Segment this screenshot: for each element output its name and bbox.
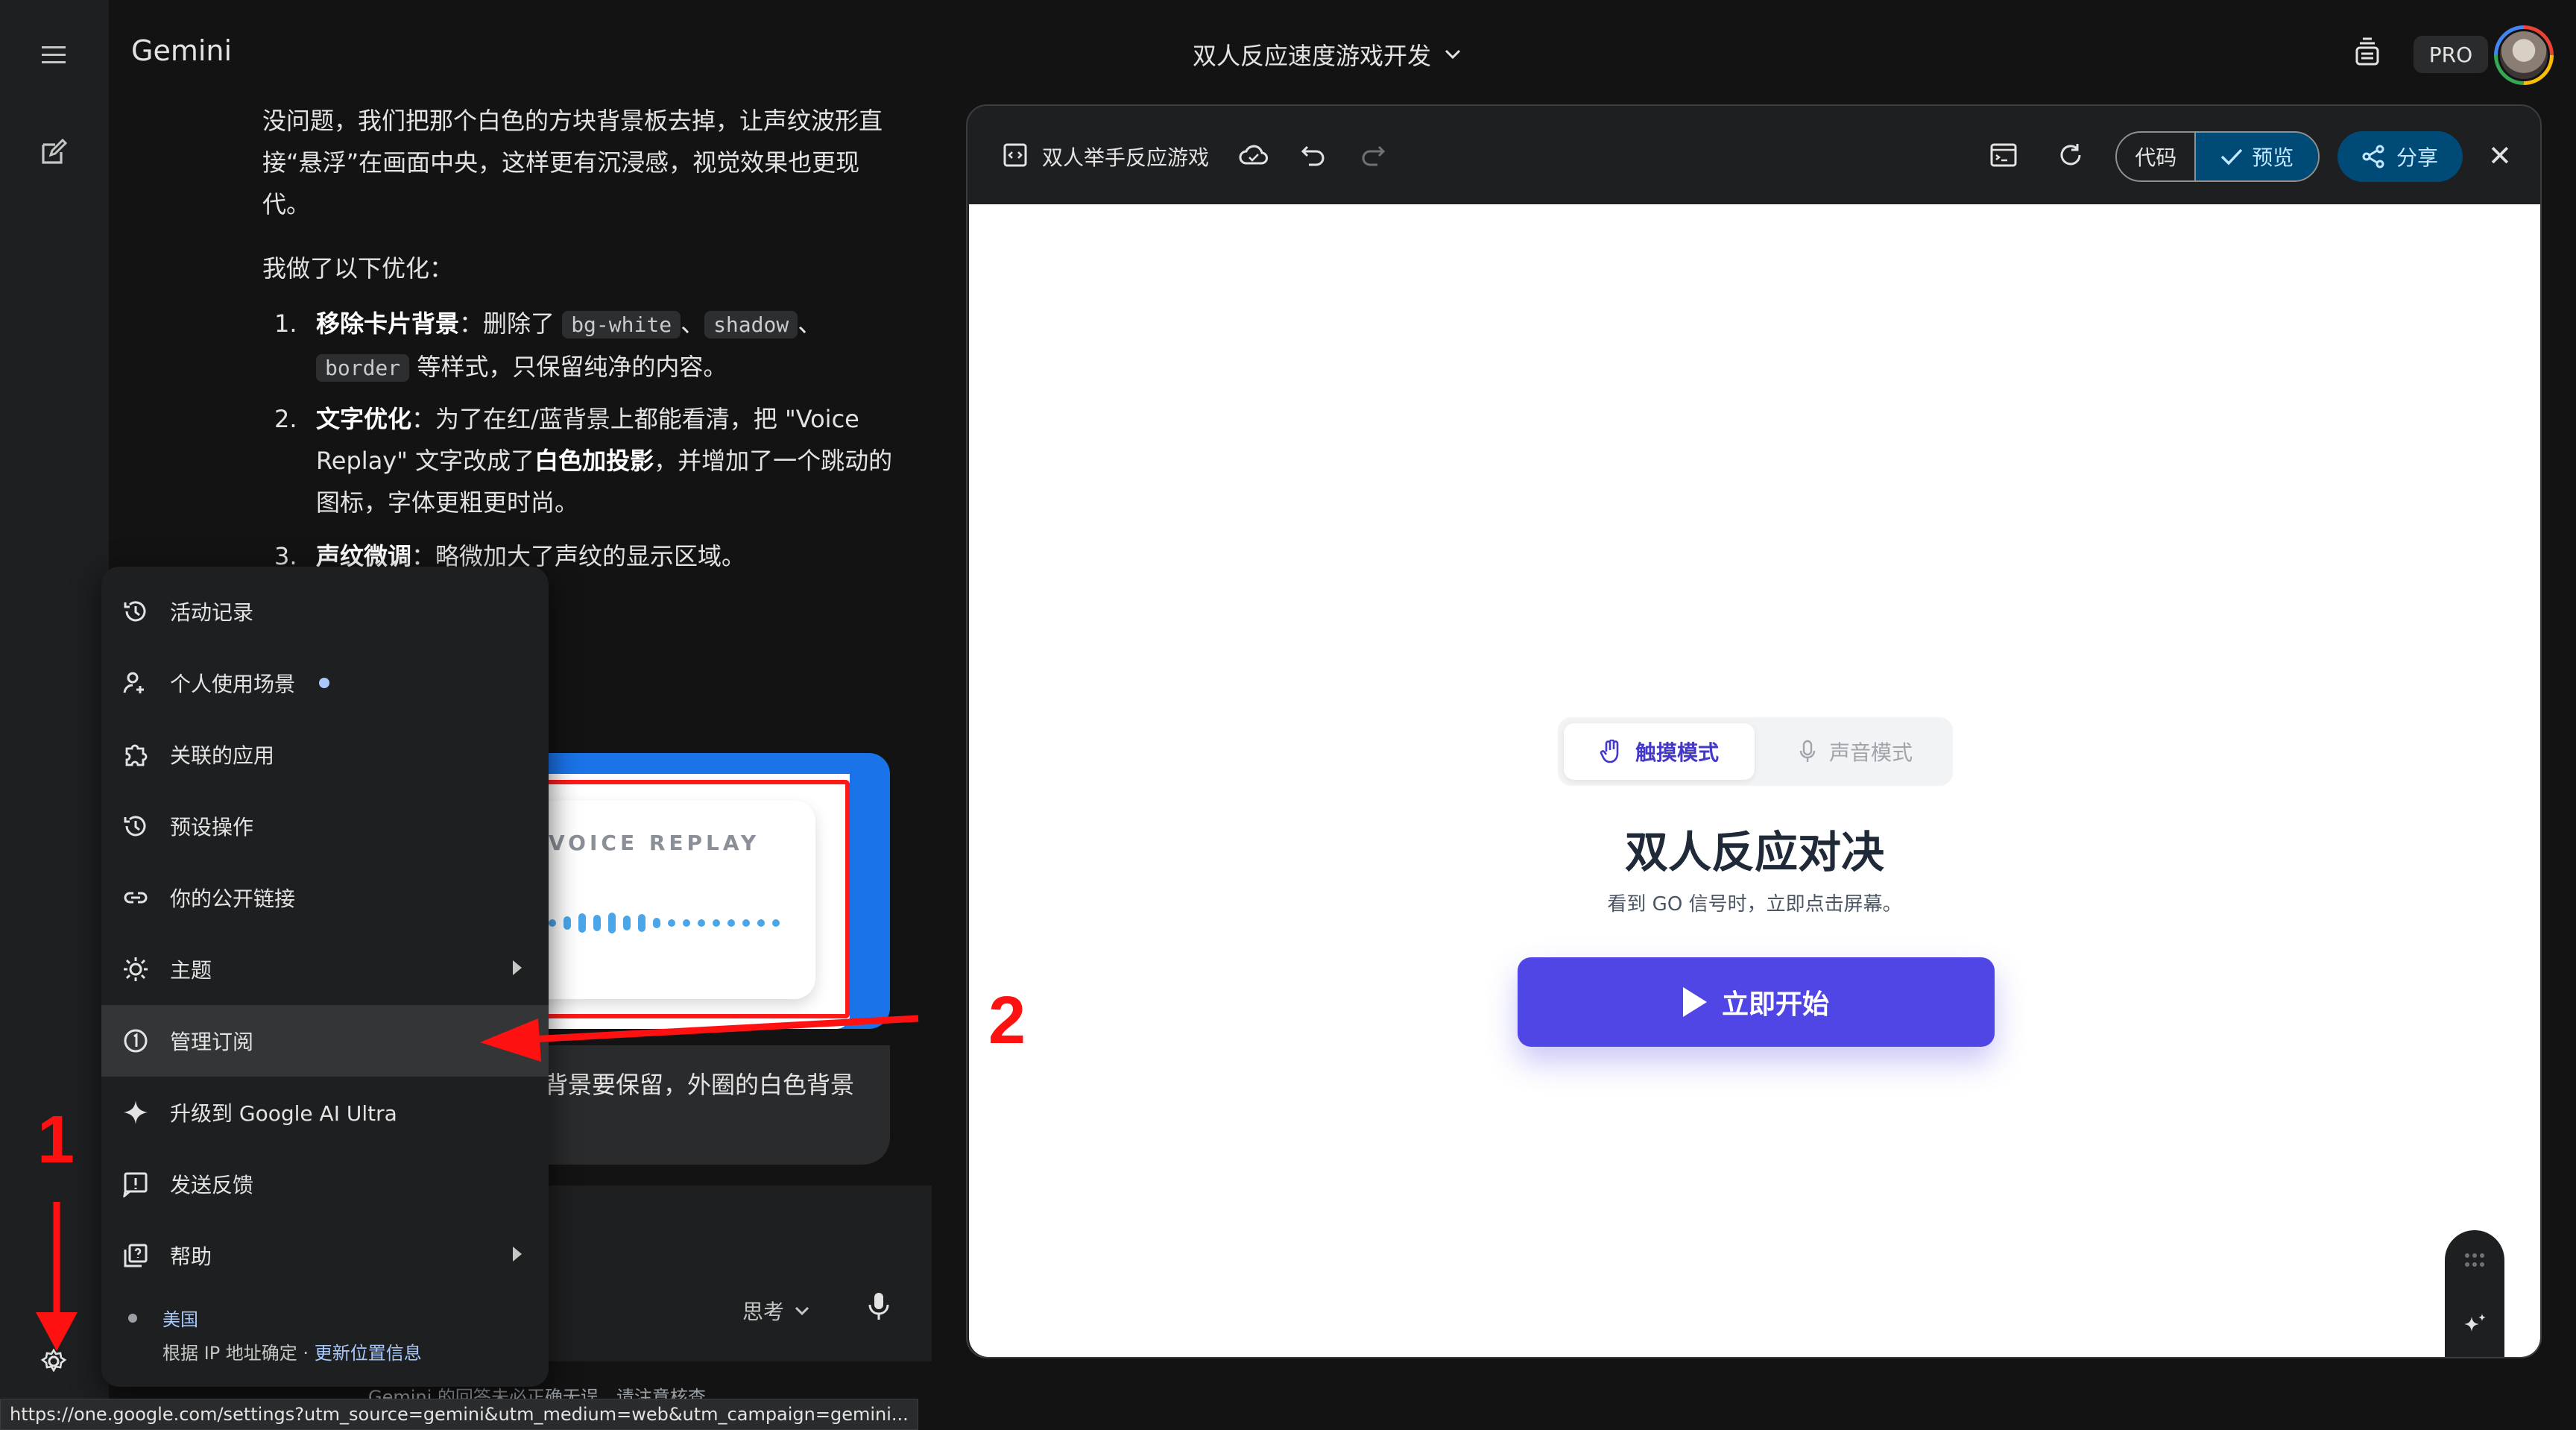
annotation-arrowhead-2 <box>480 1018 541 1062</box>
annotation-number-1: 1 <box>37 1103 75 1177</box>
annotation-overlay <box>36 1015 919 1351</box>
annotation-arrow-2 <box>530 1015 919 1043</box>
annotation-arrowhead-1 <box>36 1312 78 1351</box>
annotation-number-2: 2 <box>988 983 1026 1058</box>
